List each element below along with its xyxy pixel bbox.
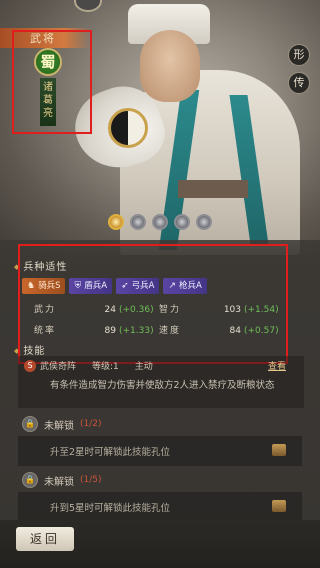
locked-slot-header: 🔒 未解锁 (1/5) [22,472,102,488]
star-icon [152,214,168,230]
locked-slot-header: 🔒 未解锁 (1/2) [22,416,102,432]
skill-level: 等级:1 [92,361,119,372]
form-button[interactable]: 形 [288,44,310,66]
chest-icon [272,444,286,456]
stats-highlight [18,244,288,364]
back-button[interactable]: 返回 [16,527,74,551]
lock-icon: 🔒 [22,472,38,488]
hero-name: 诸葛亮 [40,78,56,126]
faction-badge: 蜀 [34,48,62,76]
lock-icon: 🔒 [22,416,38,432]
biography-button[interactable]: 传 [288,72,310,94]
locked-slot-2[interactable]: 升到5星时可解锁此技能孔位 [18,492,302,522]
skill-view-link[interactable]: 查看 [268,359,286,372]
skill-type: 主动 [134,361,153,372]
taiji-emblem [108,108,148,148]
skill-name: 武侯奇阵 [40,361,77,372]
locked-slot-1[interactable]: 升至2星时可解锁此技能孔位 [18,436,302,466]
star-icon [108,214,124,230]
star-icon [174,214,190,230]
chest-icon [272,500,286,512]
star-icon [196,214,212,230]
star-icon [130,214,146,230]
hero-head [140,30,200,102]
skill-name-bar: 武侯奇阵 等级:1 主动 [40,358,290,372]
skill-grade-icon: S [24,360,36,372]
star-rating [108,214,212,230]
skill-description: 有条件造成智力伤害并使敌方2人进入禁疗及断粮状态 [50,380,275,391]
hero-belt [178,180,248,198]
